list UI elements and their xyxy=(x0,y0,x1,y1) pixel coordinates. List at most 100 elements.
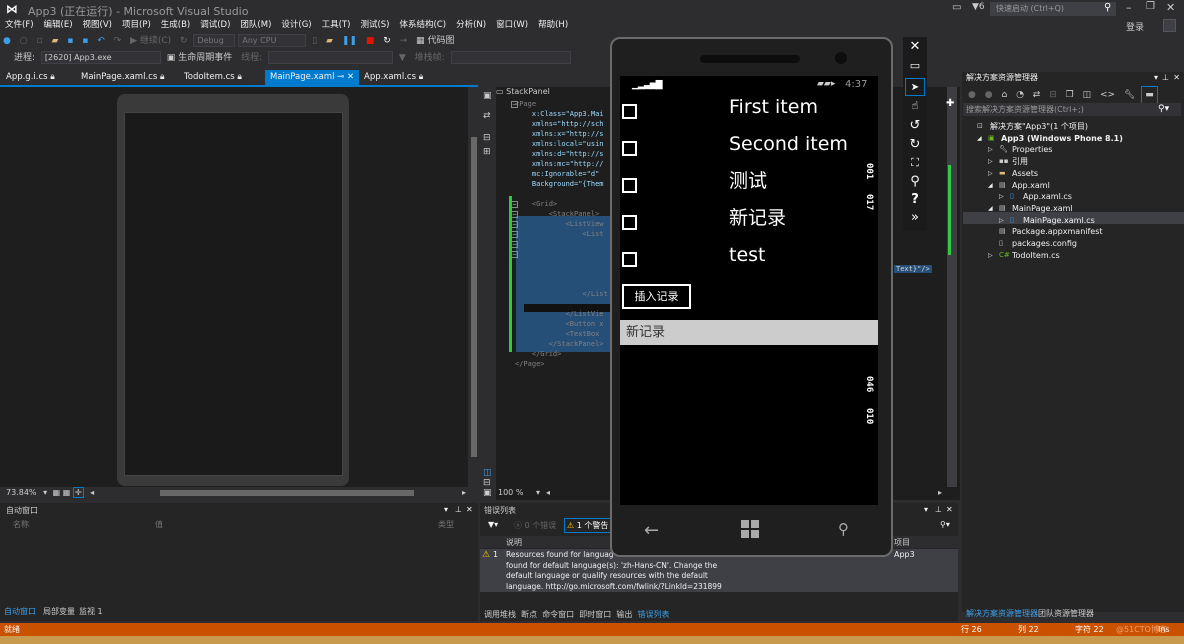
code-map-button[interactable]: ▦ 代码图 xyxy=(413,33,457,50)
list-item[interactable]: 测试 xyxy=(729,170,767,192)
tab-team-explorer[interactable]: 团队资源管理器 xyxy=(1038,608,1094,619)
column-description[interactable]: 说明 xyxy=(506,537,522,548)
mouse-input-icon[interactable]: ☝ xyxy=(905,97,925,115)
undo-icon[interactable]: ↶ xyxy=(94,33,108,50)
errors-filter-button[interactable]: ⓧ 0 个错误 xyxy=(514,520,556,531)
step-into-icon[interactable]: → xyxy=(397,33,411,50)
scroll-right-icon[interactable]: ▸ xyxy=(462,487,466,499)
solution-search-input[interactable]: 搜索解决方案资源管理器(Ctrl+;) xyxy=(963,103,1181,116)
emulator-close-icon[interactable]: ✕ xyxy=(905,38,925,56)
search-hardware-button[interactable]: ⚲ xyxy=(838,520,849,538)
menu-architecture[interactable]: 体系结构(C) xyxy=(394,18,451,33)
snap-grid-icon[interactable]: ▦ xyxy=(63,488,71,497)
menu-window[interactable]: 窗口(W) xyxy=(491,18,533,33)
pin-icon[interactable]: ⊸ xyxy=(337,72,344,82)
tab-breakpoints[interactable]: 断点 xyxy=(521,610,537,619)
stop-icon[interactable]: ■ xyxy=(363,33,378,50)
search-icon[interactable]: ⚲▾ xyxy=(1158,104,1169,114)
home-icon[interactable]: ⌂ xyxy=(998,87,1010,104)
zoom-icon[interactable]: ⚲ xyxy=(905,173,925,191)
new-project-icon[interactable]: ▫ xyxy=(33,33,45,50)
panel-close-icon[interactable]: ✕ xyxy=(1173,72,1180,84)
forward-icon[interactable]: ○ xyxy=(17,33,31,50)
split-editor-icon[interactable]: ✚ xyxy=(946,98,954,109)
fold-toggle[interactable]: − xyxy=(511,231,518,238)
right-scroll-right-icon[interactable]: ▸ xyxy=(938,488,942,497)
tab-mainpage-xaml[interactable]: MainPage.xaml ⊸ ✕ xyxy=(265,70,359,85)
vertical-split-icon[interactable]: ⊟ xyxy=(483,133,491,143)
tree-item[interactable]: 引用 xyxy=(1012,156,1028,167)
back-icon[interactable]: ● xyxy=(0,33,14,50)
swap-icon[interactable]: ⇄ xyxy=(483,111,491,121)
item-checkbox[interactable] xyxy=(622,141,637,156)
menu-debug[interactable]: 调试(D) xyxy=(195,18,235,33)
refresh-icon[interactable]: ↻ xyxy=(177,33,191,50)
expand-arrow-icon[interactable]: ▷ xyxy=(988,144,993,155)
item-checkbox[interactable] xyxy=(622,252,637,267)
xaml-vertical-scrollbar[interactable] xyxy=(947,87,957,487)
tree-item[interactable]: App3 (Windows Phone 8.1) xyxy=(1001,133,1123,144)
tab-watch-1[interactable]: 监视 1 xyxy=(79,606,103,617)
menu-analyze[interactable]: 分析(N) xyxy=(451,18,491,33)
expand-arrow-icon[interactable]: ▷ xyxy=(988,156,993,167)
tab-solution-explorer[interactable]: 解决方案资源管理器 xyxy=(966,608,1038,619)
thread-select[interactable] xyxy=(268,51,393,64)
tree-item[interactable]: MainPage.xaml xyxy=(1012,203,1073,214)
tab-locals[interactable]: 局部变量 xyxy=(43,606,75,617)
item-checkbox[interactable] xyxy=(622,215,637,230)
menu-file[interactable]: 文件(F) xyxy=(0,18,39,33)
new-record-textbox[interactable]: 新记录 xyxy=(620,320,878,345)
xaml-zoom[interactable]: 100 % xyxy=(498,488,523,497)
attach-icon[interactable]: ▰ xyxy=(323,33,336,50)
single-point-input-icon[interactable]: ➤ xyxy=(905,78,925,96)
fold-toggle[interactable]: − xyxy=(511,251,518,258)
tab-autos[interactable]: 自动窗口 xyxy=(4,606,36,617)
close-tab-icon[interactable]: ✕ xyxy=(347,72,354,82)
fold-toggle[interactable]: − xyxy=(511,211,518,218)
split-horizontal-button[interactable]: ⊟ xyxy=(483,478,491,488)
quick-launch-input[interactable]: 快速启动 (Ctrl+Q) xyxy=(990,2,1116,16)
save-all-icon[interactable]: ▪ xyxy=(79,33,91,50)
tree-item[interactable]: packages.config xyxy=(1012,238,1077,249)
tree-item[interactable]: Assets xyxy=(1012,168,1038,179)
panel-close-icon[interactable]: ✕ xyxy=(466,505,473,514)
pin-icon[interactable]: ⊥ xyxy=(455,505,462,514)
panel-dropdown-icon[interactable]: ▾ xyxy=(444,505,448,514)
panel-close-icon[interactable]: ✕ xyxy=(946,505,953,514)
column-project[interactable]: 项目 xyxy=(894,537,910,548)
properties-icon[interactable]: 🔧︎ xyxy=(1121,87,1138,104)
back-icon[interactable]: ● xyxy=(962,87,979,104)
help-icon[interactable]: ? xyxy=(905,191,925,209)
snap-lines-icon[interactable]: ✛ xyxy=(72,487,84,498)
configuration-select[interactable]: Debug xyxy=(193,34,236,47)
designer-page-preview[interactable] xyxy=(124,112,343,476)
fold-toggle[interactable]: − xyxy=(511,241,518,248)
search-icon[interactable]: ⚲▾ xyxy=(940,520,950,529)
expand-arrow-icon[interactable]: ▷ xyxy=(988,168,993,179)
menu-help[interactable]: 帮助(H) xyxy=(533,18,573,33)
tree-item[interactable]: App.xaml xyxy=(1012,180,1050,191)
tree-item[interactable]: MainPage.xaml.cs xyxy=(1023,215,1095,226)
pin-icon[interactable]: ⊥ xyxy=(935,505,942,514)
additional-tools-icon[interactable]: » xyxy=(905,209,925,227)
column-type[interactable]: 类型 xyxy=(438,519,454,530)
windows-start-button[interactable] xyxy=(741,520,759,538)
tab-app-xaml-cs[interactable]: App.xaml.cs 🔒︎ xyxy=(359,70,439,85)
pending-changes-icon[interactable]: ◔ xyxy=(1013,87,1027,104)
device-icon[interactable]: ▯ xyxy=(309,33,320,50)
forward-icon[interactable]: ● xyxy=(982,87,996,104)
search-icon[interactable]: ⚲ xyxy=(1104,2,1111,13)
tree-item[interactable]: Package.appxmanifest xyxy=(1012,226,1103,237)
back-hardware-button[interactable]: ← xyxy=(644,520,659,541)
platform-select[interactable]: Any CPU xyxy=(238,34,307,47)
menu-design[interactable]: 设计(G) xyxy=(276,18,316,33)
list-item[interactable]: 新记录 xyxy=(729,207,786,229)
feedback-icon[interactable]: ▭ xyxy=(952,2,961,13)
restart-icon[interactable]: ↻ xyxy=(380,33,394,50)
fold-toggle[interactable]: − xyxy=(511,221,518,228)
tab-output[interactable]: 输出 xyxy=(616,610,632,619)
tree-item[interactable]: App.xaml.cs xyxy=(1023,191,1072,202)
item-checkbox[interactable] xyxy=(622,104,637,119)
lifecycle-events-button[interactable]: ▣ 生命周期事件 xyxy=(164,50,235,67)
show-all-files-icon[interactable]: ❐ xyxy=(1063,87,1077,104)
